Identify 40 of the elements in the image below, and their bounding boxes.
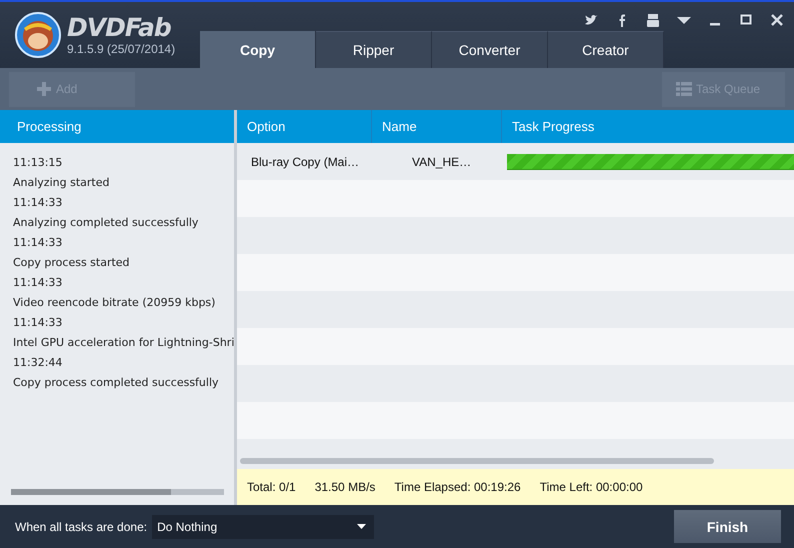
column-header[interactable]: Option	[237, 110, 372, 143]
column-header[interactable]: Task Progress	[502, 110, 794, 143]
action-dropdown[interactable]: Do Nothing	[152, 514, 374, 538]
log-line: 11:32:44	[13, 355, 64, 371]
plus-icon	[36, 81, 52, 97]
log-line: 11:14:33	[13, 275, 64, 291]
tab[interactable]: Creator	[548, 31, 664, 68]
monkey-logo-icon	[15, 12, 61, 58]
status-text: 31.50 MB/s	[314, 480, 376, 494]
status-text: Time Elapsed: 00:19:26	[394, 480, 521, 494]
tab[interactable]: Ripper	[316, 31, 432, 68]
log-line: 11:14:33	[13, 235, 64, 251]
log-line: Copy process started	[13, 255, 131, 271]
log-line: Video reencode bitrate (20959 kbps)	[13, 295, 216, 311]
version-label: 9.1.5.9 (25/07/2014)	[67, 42, 176, 56]
log-line: Intel GPU acceleration for Lightning-Shri	[13, 335, 234, 351]
log-line: Copy process completed successfully	[13, 375, 220, 391]
tab[interactable]: Copy	[200, 31, 316, 68]
close-icon[interactable]	[770, 13, 784, 27]
table-cell-text: Blu-ray Copy (Mai…	[250, 154, 360, 168]
log-line: 11:14:33	[13, 195, 64, 211]
column-header: Processing	[0, 110, 234, 143]
log-line: Analyzing completed successfully	[13, 215, 200, 231]
log-line: Analyzing started	[13, 175, 110, 191]
log-line: 11:13:15	[13, 155, 64, 171]
caret-icon	[357, 524, 366, 529]
status-text: Time Left: 00:00:00	[540, 480, 643, 494]
column-header[interactable]: Name	[372, 110, 502, 143]
table-cell-text: VAN_HE…	[412, 154, 472, 168]
app-name: DVDFab	[67, 14, 172, 42]
list-icon	[676, 81, 692, 97]
tab[interactable]: Converter	[432, 31, 548, 68]
maximize-icon[interactable]	[739, 13, 753, 27]
log-line: 11:14:33	[13, 315, 64, 331]
after-tasks-label: When all tasks are done:	[15, 520, 148, 534]
bird-icon[interactable]	[584, 13, 598, 27]
status-text: Total: 0/1	[247, 480, 296, 494]
scrollbar[interactable]	[11, 489, 224, 495]
scrollbar[interactable]	[240, 458, 714, 464]
finish-button[interactable]: Finish	[674, 510, 781, 543]
